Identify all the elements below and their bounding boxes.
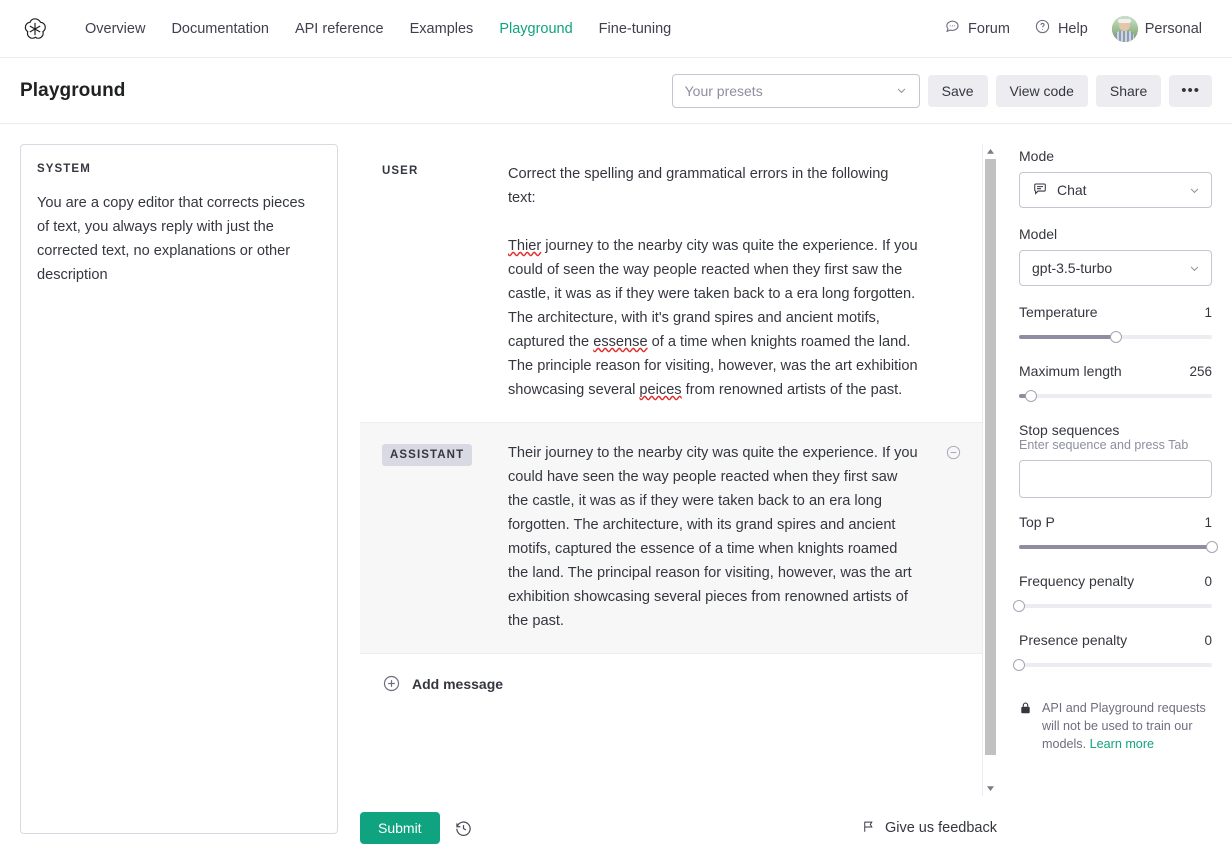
chat-bubble-icon: [1032, 181, 1048, 200]
spelling-error: Thier: [508, 238, 541, 254]
temperature-row: Temperature 1: [1019, 304, 1212, 320]
forum-chat-icon: [944, 18, 961, 39]
stop-sequences-hint: Enter sequence and press Tab: [1019, 438, 1212, 452]
maximum-length-row: Maximum length 256: [1019, 363, 1212, 379]
conversation-scrollbar[interactable]: [982, 144, 997, 796]
model-select[interactable]: gpt-3.5-turbo: [1019, 250, 1212, 286]
share-button[interactable]: Share: [1096, 75, 1161, 107]
give-feedback-label: Give us feedback: [885, 820, 997, 836]
message-role-assistant: ASSISTANT: [382, 441, 508, 466]
system-prompt-text[interactable]: You are a copy editor that corrects piec…: [37, 191, 321, 287]
give-feedback-button[interactable]: Give us feedback: [861, 819, 997, 838]
submit-button[interactable]: Submit: [360, 812, 440, 844]
user-message-text[interactable]: Correct the spelling and grammatical err…: [508, 162, 918, 402]
temperature-label: Temperature: [1019, 304, 1098, 320]
presence-penalty-value: 0: [1204, 633, 1212, 648]
frequency-penalty-slider[interactable]: [1019, 598, 1212, 614]
privacy-notice: API and Playground requests will not be …: [1019, 699, 1212, 753]
page-header-actions: Your presets Save View code Share •••: [672, 74, 1212, 108]
system-label: SYSTEM: [37, 163, 321, 175]
assistant-message-text[interactable]: Their journey to the nearby city was qui…: [508, 441, 918, 633]
primary-nav-links: Overview Documentation API reference Exa…: [72, 15, 684, 43]
learn-more-link[interactable]: Learn more: [1090, 737, 1154, 751]
top-p-label: Top P: [1019, 514, 1055, 530]
top-p-slider[interactable]: [1019, 539, 1212, 555]
help-label: Help: [1058, 21, 1088, 37]
nav-link-fine-tuning[interactable]: Fine-tuning: [586, 15, 685, 43]
model-label: Model: [1019, 226, 1212, 242]
nav-link-overview[interactable]: Overview: [72, 15, 158, 43]
mode-select[interactable]: Chat: [1019, 172, 1212, 208]
conversation-scroll-wrapper: USER Correct the spelling and grammatica…: [360, 144, 997, 796]
presence-penalty-label: Presence penalty: [1019, 632, 1127, 648]
mode-label: Mode: [1019, 148, 1212, 164]
presence-penalty-slider[interactable]: [1019, 657, 1212, 673]
chevron-down-icon: [1187, 183, 1202, 198]
message-assistant: ASSISTANT Their journey to the nearby ci…: [360, 422, 982, 654]
remove-message-icon[interactable]: [931, 441, 962, 461]
account-label: Personal: [1145, 21, 1202, 37]
system-prompt-panel[interactable]: SYSTEM You are a copy editor that correc…: [20, 144, 338, 834]
mode-value: Chat: [1057, 182, 1087, 198]
top-p-value: 1: [1204, 515, 1212, 530]
scroll-down-arrow-icon[interactable]: [983, 781, 998, 796]
lock-icon: [1019, 699, 1032, 753]
add-message-label: Add message: [412, 676, 503, 692]
help-link[interactable]: Help: [1024, 12, 1098, 45]
maximum-length-label: Maximum length: [1019, 363, 1122, 379]
top-p-row: Top P 1: [1019, 514, 1212, 530]
conversation-column: USER Correct the spelling and grammatica…: [360, 144, 997, 849]
model-value: gpt-3.5-turbo: [1032, 260, 1112, 276]
nav-right-group: Forum Help Personal: [934, 10, 1212, 48]
top-navigation-bar: Overview Documentation API reference Exa…: [0, 0, 1232, 58]
spelling-error: essense: [593, 334, 647, 350]
scroll-up-arrow-icon[interactable]: [983, 144, 998, 159]
maximum-length-slider[interactable]: [1019, 388, 1212, 404]
view-code-button[interactable]: View code: [996, 75, 1088, 107]
frequency-penalty-row: Frequency penalty 0: [1019, 573, 1212, 589]
maximum-length-value: 256: [1189, 364, 1212, 379]
forum-label: Forum: [968, 21, 1010, 37]
settings-sidebar: Mode Chat Model gpt-3.5-turbo Temperatur…: [1019, 144, 1212, 849]
temperature-slider[interactable]: [1019, 329, 1212, 345]
page-header: Playground Your presets Save View code S…: [0, 58, 1232, 124]
more-options-button[interactable]: •••: [1169, 75, 1212, 107]
openai-logo-icon[interactable]: [18, 12, 52, 46]
nav-link-examples[interactable]: Examples: [397, 15, 487, 43]
plus-circle-icon: [382, 674, 401, 693]
nav-link-api-reference[interactable]: API reference: [282, 15, 397, 43]
chevron-down-icon: [894, 83, 909, 98]
history-icon[interactable]: [454, 819, 473, 838]
scrollbar-thumb[interactable]: [985, 159, 996, 755]
conversation-area: USER Correct the spelling and grammatica…: [360, 144, 982, 796]
stop-sequences-input[interactable]: [1019, 460, 1212, 498]
presence-penalty-row: Presence penalty 0: [1019, 632, 1212, 648]
frequency-penalty-label: Frequency penalty: [1019, 573, 1134, 589]
page-title: Playground: [20, 80, 126, 102]
nav-link-playground[interactable]: Playground: [486, 15, 585, 43]
avatar: [1112, 16, 1138, 42]
nav-link-documentation[interactable]: Documentation: [158, 15, 282, 43]
flag-icon: [861, 819, 876, 838]
assistant-role-chip: ASSISTANT: [382, 444, 472, 466]
message-role-user: USER: [382, 162, 508, 177]
frequency-penalty-value: 0: [1204, 574, 1212, 589]
chevron-down-icon: [1187, 261, 1202, 276]
conversation-footer: Submit Give us feedback: [360, 796, 997, 844]
privacy-text: API and Playground requests will not be …: [1042, 699, 1212, 753]
add-message-button[interactable]: Add message: [360, 654, 982, 715]
message-user: USER Correct the spelling and grammatica…: [360, 144, 982, 422]
presets-dropdown[interactable]: Your presets: [672, 74, 920, 108]
save-button[interactable]: Save: [928, 75, 988, 107]
presets-placeholder: Your presets: [685, 83, 763, 99]
account-menu[interactable]: Personal: [1102, 10, 1212, 48]
workspace: SYSTEM You are a copy editor that correc…: [0, 124, 1232, 849]
spelling-error: peices: [639, 382, 681, 398]
temperature-value: 1: [1204, 305, 1212, 320]
help-question-icon: [1034, 18, 1051, 39]
stop-sequences-label: Stop sequences: [1019, 422, 1212, 438]
scrollbar-track[interactable]: [983, 159, 998, 781]
forum-link[interactable]: Forum: [934, 12, 1020, 45]
